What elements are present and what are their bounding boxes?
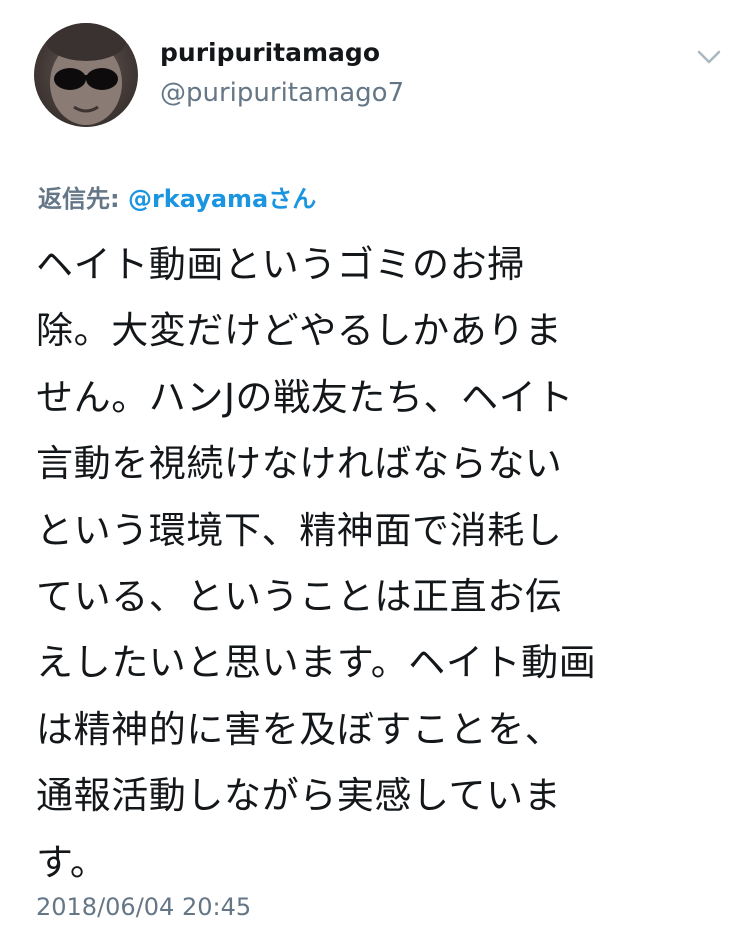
display-name[interactable]: puripuritamago — [160, 38, 380, 67]
avatar[interactable] — [34, 23, 138, 127]
tweet-card: puripuritamago @puripuritamago7 返信先: @rk… — [0, 0, 750, 941]
reply-context: 返信先: @rkayamaさん — [38, 179, 316, 214]
tweet-text-line: は精神的に害を及ぼすことを、 — [36, 707, 563, 751]
tweet-timestamp[interactable]: 2018/06/04 20:45 — [36, 893, 251, 921]
tweet-text-line: 通報活動しながら実感していま — [36, 774, 562, 818]
reply-prefix: 返信先: — [38, 185, 128, 213]
tweet-text-line: す。 — [36, 840, 108, 884]
tweet-text-line: ている、ということは正直お伝 — [36, 575, 563, 619]
tweet-text-line: 除。大変だけどやるしかありま — [36, 309, 563, 353]
tweet-text-line: せん。ハンJの戦友たち、ヘイト — [36, 375, 574, 419]
tweet-text-line: 言動を視続けなければならない — [36, 442, 563, 486]
avatar-image — [46, 23, 126, 125]
tweet-text-line: という環境下、精神面で消耗し — [36, 508, 563, 552]
reply-target-link[interactable]: @rkayamaさん — [128, 185, 316, 213]
tweet-text: ヘイト動画というゴミのお掃 除。大変だけどやるしかありま せん。ハンJの戦友たち… — [36, 232, 726, 896]
user-handle[interactable]: @puripuritamago7 — [160, 78, 404, 108]
tweet-text-line: えしたいと思います。ヘイト動画 — [36, 641, 597, 685]
tweet-text-line: ヘイト動画というゴミのお掃 — [36, 243, 525, 286]
chevron-down-icon[interactable] — [694, 45, 724, 69]
